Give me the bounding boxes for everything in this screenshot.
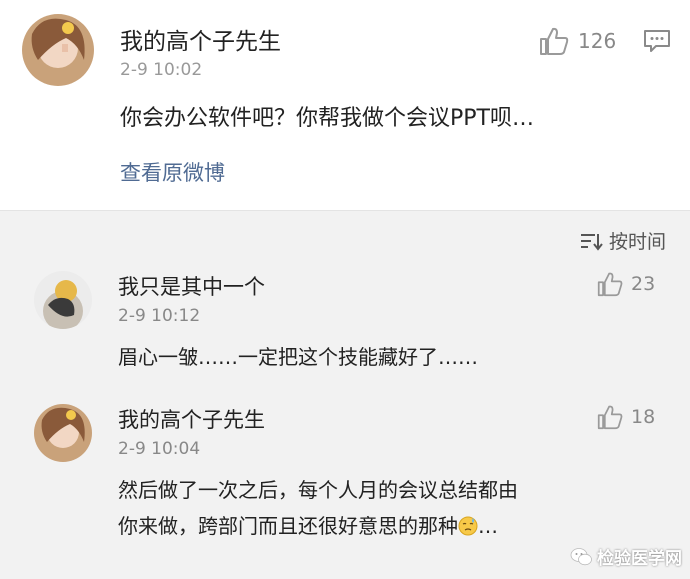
comments-section: 按时间 我只是其中一个 2-9 10:12 眉心一皱……一定把这个技能藏好了……… [0, 210, 690, 579]
thumbs-up-icon [597, 272, 623, 297]
post-username[interactable]: 我的高个子先生 [120, 22, 281, 56]
comment-line: 然后做了一次之后，每个人月的会议总结都由 [118, 478, 518, 502]
comment-line: 你来做，跨部门而且还很好意思的那种 [118, 514, 458, 538]
thumbs-up-icon [540, 27, 569, 55]
watermark: 检验医学网 [570, 544, 682, 569]
watermark-text: 检验医学网 [597, 549, 682, 569]
sort-by-time-button[interactable]: 按时间 [579, 227, 666, 254]
comment-line-with-emoji: 你来做，跨部门而且还很好意思的那种 … [118, 508, 518, 544]
post-avatar[interactable] [22, 14, 94, 86]
comment-text: 眉心一皱……一定把这个技能藏好了…… [118, 339, 478, 375]
sort-icon [580, 233, 603, 251]
comment-time: 2-9 10:12 [118, 306, 201, 326]
post-content: 你会办公软件吧？你帮我做个会议PPT呗… [120, 106, 534, 131]
sort-label: 按时间 [608, 231, 666, 253]
post-time: 2-9 10:02 [120, 60, 203, 80]
comment-avatar[interactable] [34, 404, 92, 462]
comment-ellipsis: … [478, 514, 498, 538]
comment-line: 眉心一皱……一定把这个技能藏好了…… [118, 345, 478, 369]
comment-like-count: 18 [631, 406, 656, 428]
comment-text: 然后做了一次之后，每个人月的会议总结都由 你来做，跨部门而且还很好意思的那种 … [118, 472, 518, 544]
comment-like-button[interactable]: 23 [596, 271, 655, 297]
comment-like-button[interactable]: 18 [596, 404, 655, 430]
view-original-link[interactable]: 查看原微博 [120, 157, 225, 187]
comment-icon[interactable] [643, 29, 671, 53]
main-post: 我的高个子先生 2-9 10:02 你会办公软件吧？你帮我做个会议PPT呗… 查… [0, 0, 690, 210]
comment-like-count: 23 [631, 273, 656, 295]
thumbs-up-icon [597, 405, 623, 430]
wechat-icon [570, 547, 592, 565]
comment-username[interactable]: 我只是其中一个 [118, 271, 265, 301]
comment-time: 2-9 10:04 [118, 439, 201, 459]
post-like-button[interactable]: 126 [538, 26, 616, 56]
sweat-emoji-icon [458, 516, 478, 536]
comment-username[interactable]: 我的高个子先生 [118, 404, 265, 434]
comment-avatar[interactable] [34, 271, 92, 329]
post-like-count: 126 [578, 29, 617, 53]
